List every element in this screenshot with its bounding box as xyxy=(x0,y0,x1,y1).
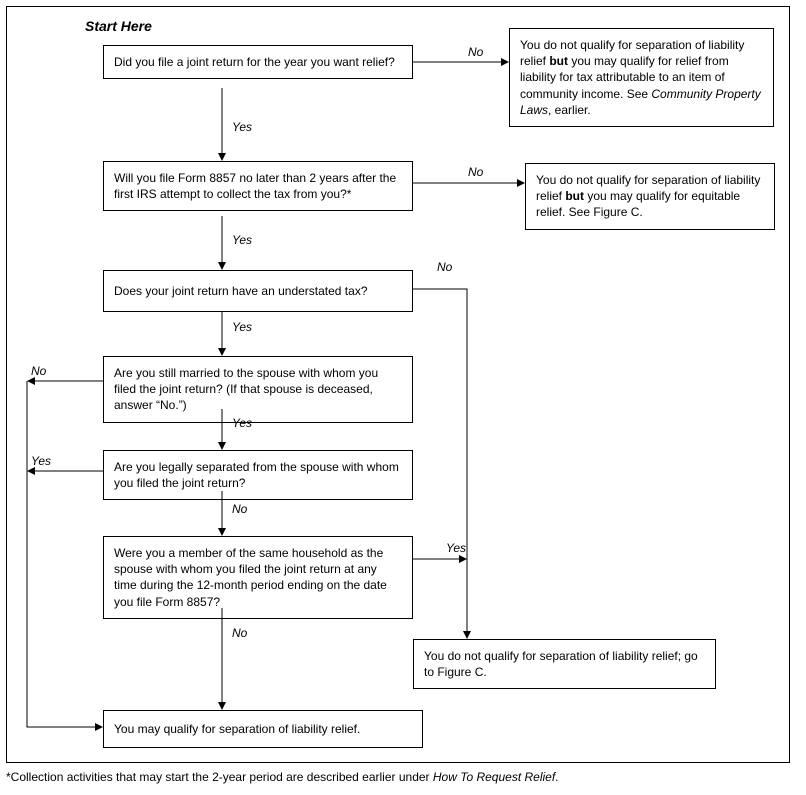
footnote: *Collection activities that may start th… xyxy=(6,770,559,784)
box-r1: You do not qualify for separation of lia… xyxy=(509,28,774,127)
lbl-yes-6: Yes xyxy=(446,541,466,555)
box-r3: You do not qualify for separation of lia… xyxy=(413,639,716,689)
flowchart-container: Start Here Did you file a joint return f… xyxy=(0,0,806,795)
lbl-yes-4: Yes xyxy=(232,416,252,430)
lbl-no-3: No xyxy=(437,260,452,274)
q3-text: Does your joint return have an understat… xyxy=(114,284,368,298)
lbl-no-2: No xyxy=(468,165,483,179)
q4-text: Are you still married to the spouse with… xyxy=(114,366,378,412)
q1-text: Did you file a joint return for the year… xyxy=(114,55,395,69)
q5-text: Are you legally separated from the spous… xyxy=(114,460,399,490)
start-here-title: Start Here xyxy=(85,18,152,34)
lbl-yes-1: Yes xyxy=(232,120,252,134)
lbl-yes-5: Yes xyxy=(31,454,51,468)
r2-part-b: but xyxy=(565,189,584,203)
lbl-yes-2: Yes xyxy=(232,233,252,247)
box-q4: Are you still married to the spouse with… xyxy=(103,356,413,423)
r1-part-b: but xyxy=(549,54,568,68)
r4-text: You may qualify for separation of liabil… xyxy=(114,722,360,736)
box-r2: You do not qualify for separation of lia… xyxy=(525,163,775,230)
q6-text: Were you a member of the same household … xyxy=(114,546,387,609)
r1-part-e: , earlier. xyxy=(548,103,591,117)
box-q1: Did you file a joint return for the year… xyxy=(103,45,413,79)
footnote-a: *Collection activities that may start th… xyxy=(6,770,433,784)
lbl-no-6: No xyxy=(232,626,247,640)
box-q6: Were you a member of the same household … xyxy=(103,536,413,619)
lbl-no-5: No xyxy=(232,502,247,516)
lbl-yes-3: Yes xyxy=(232,320,252,334)
q2-text: Will you file Form 8857 no later than 2 … xyxy=(114,171,396,201)
box-r4: You may qualify for separation of liabil… xyxy=(103,710,423,748)
box-q3: Does your joint return have an understat… xyxy=(103,270,413,312)
r3-text: You do not qualify for separation of lia… xyxy=(424,649,698,679)
footnote-c: . xyxy=(555,770,558,784)
box-q5: Are you legally separated from the spous… xyxy=(103,450,413,500)
lbl-no-1: No xyxy=(468,45,483,59)
box-q2: Will you file Form 8857 no later than 2 … xyxy=(103,161,413,211)
footnote-b: How To Request Relief xyxy=(433,770,555,784)
lbl-no-4: No xyxy=(31,364,46,378)
